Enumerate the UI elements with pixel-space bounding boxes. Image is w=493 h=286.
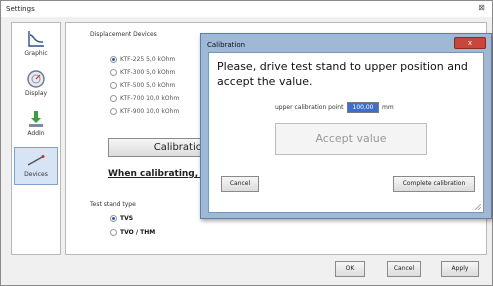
displacement-devices-title: Displacement Devices xyxy=(90,31,157,38)
device-radio-2[interactable] xyxy=(110,82,117,89)
device-label: KTF-300 5,0 kOhm xyxy=(120,69,176,76)
unit-label: mm xyxy=(382,104,394,111)
device-label: KTF-225 5,0 kOhm xyxy=(120,56,176,63)
device-label: KTF-700 10,0 kOhm xyxy=(120,95,180,102)
addin-download-icon xyxy=(29,111,43,127)
stand-label: TVS xyxy=(120,215,134,222)
sidebar-item-graphic[interactable]: Graphic xyxy=(14,27,58,63)
sidebar-item-label: Graphic xyxy=(24,50,48,57)
dialog-cancel-button[interactable]: Cancel xyxy=(221,176,259,192)
accept-value-button[interactable]: Accept value xyxy=(275,123,427,155)
device-label: KTF-500 5,0 kOhm xyxy=(120,82,176,89)
sidebar-item-label: Display xyxy=(24,90,48,97)
device-radio-4[interactable] xyxy=(110,108,117,115)
sidebar-item-label: Devices xyxy=(24,171,48,178)
calibration-dialog: Calibration x Please, drive test stand t… xyxy=(200,33,492,219)
dialog-message: Please, drive test stand to upper positi… xyxy=(217,60,468,88)
upper-point-input[interactable]: 100,00 xyxy=(347,102,379,113)
dialog-title: Calibration xyxy=(207,41,246,49)
apply-button[interactable]: Apply xyxy=(441,261,479,277)
sidebar-item-label: AddIn xyxy=(27,130,45,137)
sidebar-item-display[interactable]: Display xyxy=(14,67,58,103)
complete-calibration-button[interactable]: Complete calibration xyxy=(393,176,475,192)
device-radio-0[interactable] xyxy=(110,56,117,63)
sidebar-item-addin[interactable]: AddIn xyxy=(14,107,58,143)
device-radio-1[interactable] xyxy=(110,69,117,76)
dialog-body: Please, drive test stand to upper positi… xyxy=(208,52,484,213)
window-title: Settings xyxy=(6,5,35,13)
device-radio-3[interactable] xyxy=(110,95,117,102)
ok-button[interactable]: OK xyxy=(335,261,365,277)
dialog-close-button[interactable]: x xyxy=(454,37,486,49)
resize-grip-icon[interactable] xyxy=(475,204,481,210)
stand-label: TVO / THM xyxy=(120,229,156,236)
test-stand-title: Test stand type xyxy=(90,201,136,208)
title-bar: Settings ⊠ xyxy=(1,1,492,17)
cancel-button[interactable]: Cancel xyxy=(387,261,421,277)
stand-radio-tvo[interactable] xyxy=(110,229,117,236)
device-label: KTF-900 10,0 kOhm xyxy=(120,108,180,115)
stand-radio-tvs[interactable] xyxy=(110,215,117,222)
display-gauge-icon xyxy=(27,70,45,88)
sidebar-item-devices[interactable]: Devices xyxy=(14,147,58,185)
graphic-curve-icon xyxy=(28,31,44,47)
devices-probe-icon xyxy=(27,155,45,166)
window-close-button[interactable]: ⊠ xyxy=(475,3,488,13)
upper-point-label: upper calibration point xyxy=(275,104,344,111)
settings-sidebar: Graphic Display AddIn Devices xyxy=(11,22,61,255)
